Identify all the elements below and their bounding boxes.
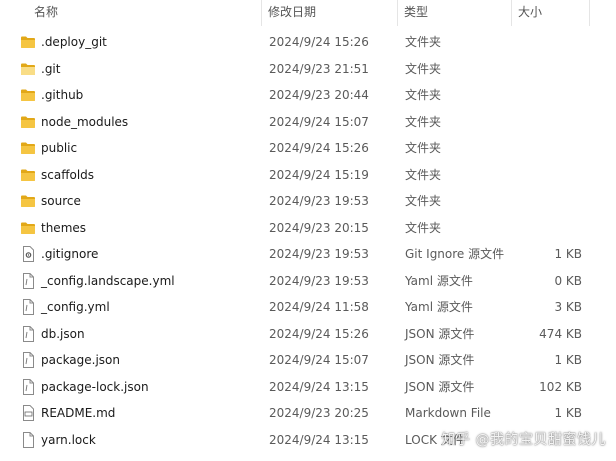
file-size: 3 KB (554, 300, 582, 314)
file-size: 0 KB (554, 273, 582, 288)
file-name: .github (41, 88, 84, 102)
file-modified-date: 2024/9/24 11:58 (269, 300, 369, 314)
file-modified-date: 2024/9/24 15:19 (269, 167, 369, 182)
file-row[interactable]: README.md 2024/9/23 20:25 Markdown File 1 K… (0, 400, 616, 427)
markdown-file-icon (20, 405, 36, 421)
file-modified-date: 2024/9/23 20:15 (269, 220, 369, 235)
column-header-bar: ^ 名称 修改日期 类型 大小 (0, 0, 616, 26)
file-modified-date: 2024/9/23 21:51 (269, 61, 369, 76)
file-list: .deploy_git 2024/9/24 15:26 文件夹 .git 2024/9/… (0, 29, 616, 453)
file-modified-date: 2024/9/24 15:26 (269, 35, 369, 49)
file-name: node_modules (41, 114, 129, 129)
file-row[interactable]: _config.landscape.yml 2024/9/23 19:53 Yaml… (0, 268, 616, 295)
column-header-name[interactable]: 名称 (28, 0, 260, 24)
file-name: .deploy_git (41, 35, 107, 49)
file-name: README.md (41, 406, 116, 420)
file-type: 文件夹 (405, 88, 442, 102)
file-type: JSON 源文件 (405, 379, 475, 394)
text-file-icon (20, 299, 36, 315)
file-row[interactable]: package.json 2024/9/24 15:07 JSON 源文件 1 KB (0, 347, 616, 374)
file-row[interactable]: package-lock.json 2024/9/24 13:15 JSON 源文件… (0, 374, 616, 401)
file-row[interactable]: .gitignore 2024/9/23 19:53 Git Ignore 源文件 1… (0, 241, 616, 268)
file-type: 文件夹 (405, 61, 442, 76)
column-header-size[interactable]: 大小 (512, 0, 588, 24)
file-name: source (41, 194, 81, 208)
file-name: db.json (41, 326, 85, 341)
file-modified-date: 2024/9/23 20:25 (269, 406, 369, 420)
file-name: _config.landscape.yml (41, 273, 175, 288)
column-divider[interactable] (589, 0, 590, 26)
file-row[interactable]: _config.yml 2024/9/24 11:58 Yaml 源文件 3 KB (0, 294, 616, 321)
column-header-date[interactable]: 修改日期 (262, 0, 396, 24)
file-name: package.json (41, 353, 121, 367)
file-name: scaffolds (41, 167, 95, 182)
file-type: 文件夹 (405, 194, 442, 208)
folder-icon (20, 194, 36, 208)
file-type: Markdown File (405, 406, 491, 420)
file-explorer: ^ 名称 修改日期 类型 大小 .deploy_git 2024/9/24 15:… (0, 0, 616, 461)
file-name: themes (41, 220, 87, 235)
file-name: .git (41, 61, 61, 76)
file-name: .gitignore (41, 247, 99, 261)
file-modified-date: 2024/9/23 20:44 (269, 88, 369, 102)
file-modified-date: 2024/9/24 15:07 (269, 114, 369, 129)
file-row[interactable]: themes 2024/9/23 20:15 文件夹 (0, 215, 616, 242)
file-size: 1 KB (554, 247, 582, 261)
folder-icon (20, 115, 36, 129)
file-row[interactable]: db.json 2024/9/24 15:26 JSON 源文件 474 KB (0, 321, 616, 348)
folder-light-icon (20, 62, 36, 76)
file-type: 文件夹 (405, 141, 442, 155)
file-modified-date: 2024/9/23 19:53 (269, 194, 369, 208)
text-file-icon (20, 325, 36, 342)
file-row[interactable]: .git 2024/9/23 21:51 文件夹 (0, 56, 616, 83)
file-type: Git Ignore 源文件 (405, 247, 505, 261)
file-name: package-lock.json (41, 379, 149, 394)
file-modified-date: 2024/9/24 13:15 (269, 379, 369, 394)
file-size: 474 KB (539, 326, 582, 341)
file-modified-date: 2024/9/24 13:15 (269, 432, 369, 447)
file-size: 1 KB (554, 353, 582, 367)
file-modified-date: 2024/9/24 15:26 (269, 326, 369, 341)
file-type: Yaml 源文件 (405, 273, 473, 288)
file-size: 1 KB (554, 406, 582, 420)
file-modified-date: 2024/9/24 15:26 (269, 141, 369, 155)
gear-file-icon (20, 246, 36, 262)
file-type: Yaml 源文件 (405, 300, 473, 314)
text-file-icon (20, 352, 36, 368)
text-file-icon (20, 378, 36, 395)
file-type: 文件夹 (405, 114, 442, 129)
folder-icon (20, 221, 36, 235)
column-header-type[interactable]: 类型 (398, 0, 510, 24)
file-row[interactable]: node_modules 2024/9/24 15:07 文件夹 (0, 109, 616, 136)
file-type: JSON 源文件 (405, 326, 475, 341)
file-type: JSON 源文件 (405, 353, 475, 367)
file-row[interactable]: .github 2024/9/23 20:44 文件夹 (0, 82, 616, 109)
folder-icon (20, 88, 36, 102)
folder-icon (20, 168, 36, 182)
file-modified-date: 2024/9/23 19:53 (269, 247, 369, 261)
file-modified-date: 2024/9/23 19:53 (269, 273, 369, 288)
file-type: 文件夹 (405, 220, 442, 235)
folder-icon (20, 35, 36, 49)
file-row[interactable]: scaffolds 2024/9/24 15:19 文件夹 (0, 162, 616, 189)
file-row[interactable]: source 2024/9/23 19:53 文件夹 (0, 188, 616, 215)
file-row[interactable]: public 2024/9/24 15:26 文件夹 (0, 135, 616, 162)
file-type: 文件夹 (405, 167, 442, 182)
watermark: 知乎 @我的宝贝甜蜜饯儿 (441, 432, 606, 448)
file-name: yarn.lock (41, 432, 96, 447)
folder-icon (20, 141, 36, 155)
file-size: 102 KB (539, 379, 582, 394)
file-name: _config.yml (41, 300, 110, 314)
file-name: public (41, 141, 78, 155)
text-file-icon (20, 272, 36, 289)
file-modified-date: 2024/9/24 15:07 (269, 353, 369, 367)
blank-file-icon (20, 431, 36, 448)
file-row[interactable]: .deploy_git 2024/9/24 15:26 文件夹 (0, 29, 616, 56)
file-type: 文件夹 (405, 35, 442, 49)
